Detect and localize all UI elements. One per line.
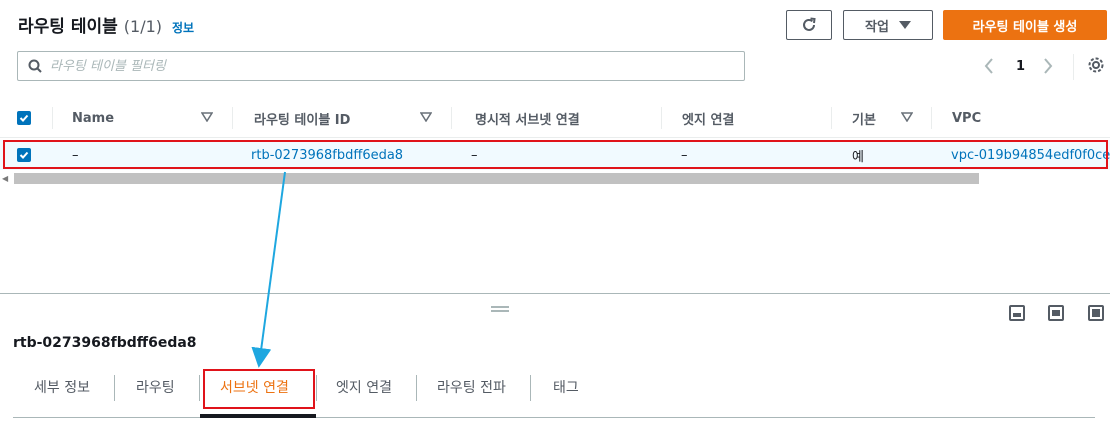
split-panel-divider (0, 293, 1110, 294)
row-highlight-annotation (3, 140, 1108, 169)
active-tab-indicator (200, 414, 316, 418)
column-header-name[interactable]: Name (72, 98, 114, 138)
column-header-vpc[interactable]: VPC (952, 98, 981, 138)
chevron-left-icon (984, 58, 993, 74)
tab-route-propagation[interactable]: 라우팅 전파 (437, 368, 506, 405)
resize-handle-icon[interactable] (491, 306, 509, 312)
tab-edge-associations[interactable]: 엣지 연결 (336, 368, 392, 405)
sort-icon[interactable] (201, 112, 213, 122)
caret-down-icon (898, 21, 911, 29)
chevron-right-icon (1044, 58, 1053, 74)
detail-tabs: 세부 정보 라우팅 서브넷 연결 엣지 연결 라우팅 전파 태그 (13, 368, 1095, 418)
tab-routes[interactable]: 라우팅 (136, 368, 175, 405)
refresh-icon (803, 17, 816, 31)
detail-panel-title: rtb-0273968fbdff6eda8 (13, 335, 197, 351)
scroll-left-icon[interactable]: ◀ (2, 174, 8, 183)
next-page-button[interactable] (1043, 56, 1053, 76)
select-all-checkbox[interactable] (17, 98, 31, 138)
current-page-number[interactable]: 1 (1016, 56, 1025, 76)
create-route-table-button[interactable]: 라우팅 테이블 생성 (943, 10, 1107, 40)
sort-icon[interactable] (901, 112, 913, 122)
panel-full-icon[interactable] (1088, 305, 1104, 321)
tab-tags[interactable]: 태그 (553, 368, 579, 405)
panel-bottom-icon[interactable] (1009, 305, 1025, 321)
column-header-route-table-id[interactable]: 라우팅 테이블 ID (254, 98, 350, 138)
tab-details[interactable]: 세부 정보 (34, 368, 90, 405)
filter-search-box[interactable] (17, 51, 745, 81)
sort-icon[interactable] (420, 112, 432, 122)
column-header-main[interactable]: 기본 (852, 98, 876, 138)
filter-input[interactable] (50, 58, 730, 74)
selection-count: (1/1) (123, 17, 162, 36)
column-header-explicit-subnet[interactable]: 명시적 서브넷 연결 (475, 98, 580, 138)
table-header: Name 라우팅 테이블 ID 명시적 서브넷 연결 엣지 연결 기본 VPC (0, 98, 1110, 138)
column-header-edge[interactable]: 엣지 연결 (682, 98, 734, 138)
actions-label: 작업 (865, 19, 889, 35)
refresh-button[interactable] (786, 10, 832, 40)
page-title: 라우팅 테이블 (18, 17, 118, 37)
tab-highlight-annotation (203, 369, 315, 409)
info-link[interactable]: 정보 (172, 19, 194, 36)
panel-side-icon[interactable] (1048, 305, 1064, 321)
gear-icon (1088, 57, 1104, 73)
actions-button[interactable]: 작업 (843, 10, 933, 40)
search-icon (28, 59, 42, 73)
horizontal-scroll-thumb[interactable] (14, 173, 979, 184)
table-settings-button[interactable] (1087, 56, 1105, 78)
previous-page-button[interactable] (984, 56, 994, 76)
pager-divider (1073, 54, 1074, 80)
page-header: 라우팅 테이블 (1/1) 정보 (18, 12, 194, 38)
